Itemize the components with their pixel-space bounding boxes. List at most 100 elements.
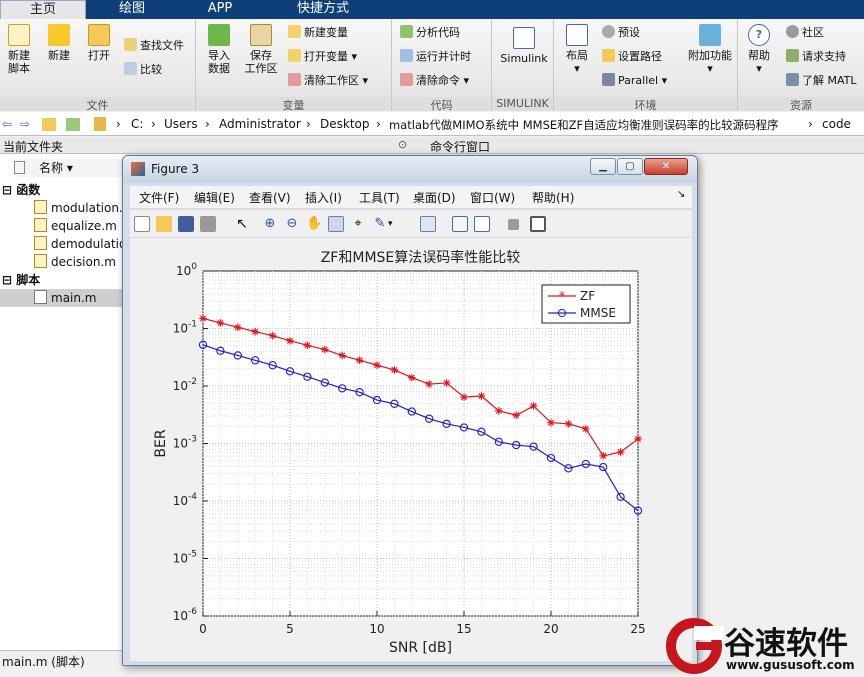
data-point-zf xyxy=(512,411,520,420)
watermark-url: www.gususoft.com xyxy=(726,658,855,672)
simulink-icon xyxy=(513,27,535,49)
close-button[interactable]: ✕ xyxy=(644,158,688,175)
current-folder-panel: 名称 ▾ ⊟ 函数 modulation.m equalize.m demodu… xyxy=(0,154,149,650)
new-variable-icon xyxy=(288,25,301,38)
tree-group-scripts[interactable]: ⊟ 脚本 xyxy=(2,271,40,289)
menu-view[interactable]: 查看(V) xyxy=(249,189,291,206)
hide-plot-tools-icon[interactable] xyxy=(508,219,519,230)
pointer-icon[interactable]: ↖ xyxy=(234,216,250,232)
tab-shortcuts[interactable]: 快捷方式 xyxy=(268,0,378,19)
menu-edit[interactable]: 编辑(E) xyxy=(194,189,235,206)
data-cursor-icon[interactable]: ⌖ xyxy=(350,216,366,232)
find-files-button[interactable]: 查找文件 xyxy=(124,37,184,55)
brush-dropdown-icon[interactable]: ▾ xyxy=(388,216,398,232)
open-button[interactable]: 打开 xyxy=(80,24,118,62)
menu-help[interactable]: 帮助(H) xyxy=(532,189,574,206)
simulink-button[interactable]: Simulink xyxy=(498,27,550,65)
forward-icon[interactable]: ⇨ xyxy=(20,117,30,131)
plus-icon xyxy=(48,24,70,46)
data-point-zf xyxy=(564,420,573,428)
figure-title-bar[interactable]: Figure 3 ▁ ▢ ✕ xyxy=(123,156,697,183)
breadcrumb-project-folder[interactable]: matlab代做MIMO系统中 MMSE和ZF自适应均衡准则误码率的比较源码程序 xyxy=(389,117,779,133)
breadcrumb-desktop[interactable]: Desktop xyxy=(320,117,370,131)
clear-commands-button[interactable]: 清除命令 ▾ xyxy=(400,72,469,90)
new-variable-label: 新建变量 xyxy=(304,26,348,39)
tree-item-equalize[interactable]: equalize.m xyxy=(34,217,117,235)
layout-button[interactable]: 布局 ▾ xyxy=(558,24,596,75)
browse-folder-icon[interactable] xyxy=(66,118,80,131)
breadcrumb-c[interactable]: C: xyxy=(131,117,143,131)
panel-headers: 当前文件夹 ⊙ 命令行窗口 xyxy=(0,137,864,154)
ber-chart[interactable]: 0 5 10 15 20 25 100 10-1 10-2 10-3 10-4 10-5 10-6 ZF… xyxy=(130,238,692,661)
tab-apps[interactable]: APP xyxy=(180,0,260,19)
menu-tools[interactable]: 工具(T) xyxy=(359,189,400,206)
request-support-button[interactable]: 请求支持 xyxy=(786,48,846,66)
new-script-button[interactable]: 新建 脚本 xyxy=(0,24,38,75)
help-label: 帮助 xyxy=(748,49,770,62)
maximize-button[interactable]: ▢ xyxy=(617,158,643,175)
zoom-out-icon[interactable]: ⊖ xyxy=(284,216,300,232)
show-plot-tools-icon[interactable] xyxy=(530,216,546,232)
save-icon[interactable] xyxy=(178,216,194,232)
community-button[interactable]: 社区 xyxy=(786,24,824,42)
address-bar[interactable]: ⇦ ⇨ › C: › Users › Administrator › Deskt… xyxy=(0,112,864,136)
legend[interactable]: * ZF MMSE xyxy=(541,284,631,324)
plot-area[interactable]: 0 5 10 15 20 25 100 10-1 10-2 10-3 10-4 10-5 10-6 ZF… xyxy=(130,238,692,661)
legend-icon[interactable] xyxy=(474,216,490,232)
set-path-button[interactable]: 设置路径 xyxy=(602,48,662,66)
tab-home[interactable]: 主页 xyxy=(0,0,86,19)
community-label: 社区 xyxy=(802,26,824,39)
print-icon[interactable] xyxy=(200,216,216,232)
colorbar-icon[interactable] xyxy=(452,216,468,232)
new-button[interactable]: 新建 xyxy=(40,24,78,62)
breadcrumb-users[interactable]: Users xyxy=(164,117,198,131)
menu-window[interactable]: 窗口(W) xyxy=(470,189,515,206)
figure-toolbar: ↖ ⊕ ⊖ ✋ ⌖ ✎ ▾ xyxy=(130,209,692,237)
run-and-time-button[interactable]: 运行并计时 xyxy=(400,48,471,66)
zoom-in-icon[interactable]: ⊕ xyxy=(262,216,278,232)
breadcrumb-code[interactable]: code xyxy=(822,117,851,131)
path-separator: › xyxy=(306,117,311,131)
menu-desktop[interactable]: 桌面(D) xyxy=(413,189,456,206)
learn-matlab-button[interactable]: 了解 MATL xyxy=(786,72,857,90)
menubar-overflow-icon[interactable]: ↘ xyxy=(677,189,685,200)
new-figure-icon[interactable] xyxy=(134,216,150,232)
save-workspace-button[interactable]: 保存 工作区 xyxy=(242,24,280,75)
open-variable-button[interactable]: 打开变量 ▾ xyxy=(288,48,357,66)
up-folder-icon[interactable] xyxy=(42,118,56,131)
clear-workspace-button[interactable]: 清除工作区 ▾ xyxy=(288,72,368,90)
pan-hand-icon[interactable]: ✋ xyxy=(306,216,322,232)
analyze-code-button[interactable]: 分析代码 xyxy=(400,24,460,42)
brush-icon[interactable]: ✎ xyxy=(372,216,388,232)
request-support-label: 请求支持 xyxy=(802,50,846,63)
tree-item-modulation[interactable]: modulation.m xyxy=(34,199,134,217)
section-label-simulink: SIMULINK xyxy=(492,97,553,111)
compare-button[interactable]: 比较 xyxy=(124,61,162,79)
addons-button[interactable]: 附加功能 ▾ xyxy=(686,24,734,75)
new-variable-button[interactable]: 新建变量 xyxy=(288,24,348,42)
preferences-button[interactable]: 预设 xyxy=(602,24,640,42)
x-tick-label: 0 xyxy=(199,622,207,636)
menu-insert[interactable]: 插入(I) xyxy=(305,189,342,206)
name-column-header[interactable]: 名称 ▾ xyxy=(14,159,125,177)
parallel-button[interactable]: Parallel ▾ xyxy=(602,72,667,90)
tab-plots[interactable]: 绘图 xyxy=(92,0,172,19)
help-button[interactable]: ? 帮助 ▾ xyxy=(740,24,778,75)
tree-group-functions[interactable]: ⊟ 函数 xyxy=(2,181,40,199)
figure-window: Figure 3 ▁ ▢ ✕ 文件(F) 编辑(E) 查看(V) 插入(I) 工… xyxy=(122,155,698,666)
run-and-time-label: 运行并计时 xyxy=(416,50,471,63)
tree-item-main[interactable]: main.m xyxy=(0,289,125,307)
minimize-button[interactable]: ▁ xyxy=(590,158,616,175)
data-point-zf xyxy=(355,356,364,365)
tree-item-decision[interactable]: decision.m xyxy=(34,253,116,271)
breadcrumb-administrator[interactable]: Administrator xyxy=(219,117,301,131)
rotate-3d-icon[interactable] xyxy=(328,216,344,232)
data-point-zf xyxy=(599,452,607,460)
menu-file[interactable]: 文件(F) xyxy=(139,189,179,206)
link-plot-icon[interactable] xyxy=(420,216,436,232)
analyze-code-icon xyxy=(400,25,413,38)
back-icon[interactable]: ⇦ xyxy=(2,117,12,131)
import-data-button[interactable]: 导入 数据 xyxy=(200,24,238,75)
panel-menu-icon[interactable]: ⊙ xyxy=(398,138,407,151)
open-file-icon[interactable] xyxy=(156,216,172,232)
